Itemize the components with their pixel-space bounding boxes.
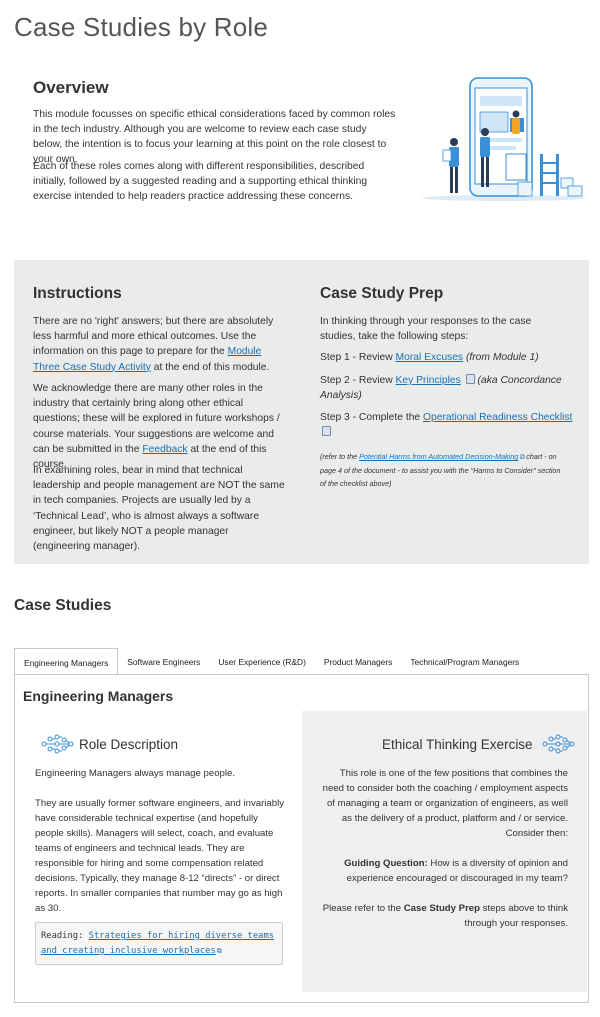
- panel-title: Engineering Managers: [23, 688, 174, 704]
- prep-intro: In thinking through your responses to th…: [320, 316, 532, 343]
- overview-paragraph-2: Each of these roles comes along with dif…: [33, 161, 368, 202]
- tab-user-experience[interactable]: User Experience (R&D): [209, 648, 315, 675]
- circuit-brain-icon: [41, 734, 74, 754]
- prep-step-2: Step 2 - Review Key Principles (aka Conc…: [320, 374, 562, 401]
- role-description-heading: Role Description: [40, 734, 178, 754]
- prep-step-3: Step 3 - Complete the Operational Readin…: [320, 410, 580, 440]
- exercise-paragraph-1: This role is one of the few positions th…: [322, 768, 568, 839]
- potential-harms-link[interactable]: Potential Harms from Automated Decision-…: [359, 452, 518, 461]
- key-principles-link[interactable]: Key Principles: [396, 375, 461, 386]
- exercise-paragraph-3: Please refer to the Case Study Prep step…: [322, 903, 568, 929]
- document-icon[interactable]: [465, 374, 475, 384]
- role-paragraph-2: They are usually former software enginee…: [35, 798, 285, 914]
- instructions-paragraph-3: In examining roles, bear in mind that te…: [33, 465, 285, 553]
- prep-note: (refer to the Potential Harms from Autom…: [320, 452, 561, 488]
- overview-paragraph-1: This module focusses on specific ethical…: [33, 109, 396, 165]
- case-study-prep-title: Case Study Prep: [320, 285, 444, 302]
- tab-product-managers[interactable]: Product Managers: [315, 648, 401, 675]
- moral-excuses-link[interactable]: Moral Excuses: [396, 352, 464, 363]
- overview-title: Overview: [33, 78, 109, 97]
- role-paragraph-1: Engineering Managers always manage peopl…: [35, 768, 235, 779]
- external-link-icon: ⧉: [216, 947, 222, 955]
- role-tabs: Engineering Managers Software Engineers …: [14, 648, 589, 675]
- circuit-brain-icon: [542, 734, 575, 754]
- tab-software-engineers[interactable]: Software Engineers: [118, 648, 209, 675]
- instructions-paragraph-2: We acknowledge there are many other role…: [33, 383, 280, 471]
- exercise-heading: Ethical Thinking Exercise: [382, 734, 577, 754]
- operational-readiness-checklist-link[interactable]: Operational Readiness Checklist: [423, 412, 572, 423]
- page-title: Case Studies by Role: [14, 12, 269, 42]
- instructions-paragraph-1: There are no 'right' answers; but there …: [33, 316, 274, 373]
- feedback-link[interactable]: Feedback: [142, 444, 187, 455]
- case-studies-title: Case Studies: [14, 597, 112, 614]
- document-icon[interactable]: [322, 426, 331, 436]
- reading-box: Reading: Strategies for hiring diverse t…: [35, 922, 283, 965]
- phone-team-illustration: [422, 77, 586, 201]
- instructions-title: Instructions: [33, 285, 122, 302]
- guiding-question: Guiding Question: How is a diversity of …: [344, 858, 568, 884]
- tab-technical-program-managers[interactable]: Technical/Program Managers: [401, 648, 528, 675]
- prep-step-1: Step 1 - Review Moral Excuses (from Modu…: [320, 352, 539, 363]
- tab-engineering-managers[interactable]: Engineering Managers: [14, 648, 119, 675]
